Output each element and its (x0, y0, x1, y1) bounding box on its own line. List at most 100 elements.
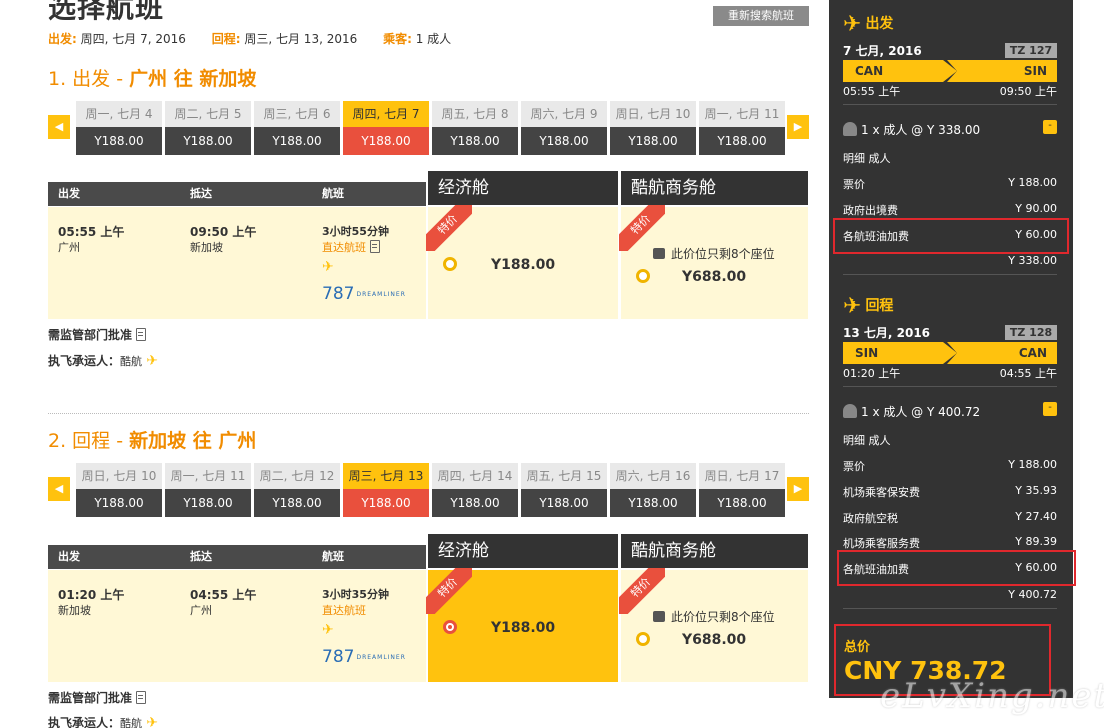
fee-label: 票价 (843, 178, 865, 191)
pax-label: 乘客: (383, 32, 412, 46)
sidebar-out-heading-label: 出发 (865, 16, 894, 32)
fee-value: Y 90.00 (1015, 202, 1057, 215)
economy-fare-radio[interactable] (443, 620, 457, 634)
economy-fare-radio[interactable] (443, 257, 457, 271)
fee-value: Y 27.40 (1015, 510, 1057, 523)
date-label: 周一, 七月 11 (165, 463, 251, 489)
depart-city: 广州 (58, 241, 80, 254)
route-to: CAN (947, 342, 1057, 364)
date-label: 周三, 七月 6 (254, 101, 340, 127)
sidebar-ret-collapse-button[interactable]: - (1043, 402, 1057, 416)
aircraft-brand: DREAMLINER (356, 291, 406, 298)
carrier-plane-icon: ✈ (146, 353, 158, 369)
inbound-date-tab[interactable]: 周二, 七月 12 Y188.00 (254, 463, 340, 517)
outbound-economy-header: 经济舱 (428, 171, 618, 205)
outbound-date-tab[interactable]: 周一, 七月 4 Y188.00 (76, 101, 162, 155)
outbound-table-header: 出发 抵达 航班 (48, 182, 426, 206)
carrier-value: 酷航 (120, 717, 143, 728)
inbound-route: 新加坡 往 广州 (129, 430, 257, 452)
business-fare-radio[interactable] (636, 269, 650, 283)
date-label: 周一, 七月 11 (699, 101, 785, 127)
inbound-economy-fare[interactable]: 特价 Y188.00 (426, 568, 618, 682)
outbound-date-tab[interactable]: 周五, 七月 8 Y188.00 (432, 101, 518, 155)
sidebar-ret-pax-line: 1 x 成人 @ Y 400.72 (861, 405, 981, 419)
inbound-carrier-note: 执飞承运人：酷航 ✈ (48, 714, 158, 728)
outbound-approval-note: 需监管部门批准 (48, 326, 147, 343)
inbound-date-tab[interactable]: 周日, 七月 17 Y188.00 (699, 463, 785, 517)
date-label: 周日, 七月 10 (610, 101, 696, 127)
date-price: Y188.00 (76, 127, 162, 155)
route-from: CAN (843, 60, 943, 82)
outbound-date-tab[interactable]: 周日, 七月 10 Y188.00 (610, 101, 696, 155)
approval-text: 需监管部门批准 (48, 691, 133, 705)
inbound-date-tab[interactable]: 周日, 七月 10 Y188.00 (76, 463, 162, 517)
col-depart: 出发 (58, 187, 80, 200)
arrive-city: 新加坡 (190, 241, 223, 254)
inbound-business-header: 酷航商务舱 (621, 534, 808, 568)
inbound-next-week-button[interactable]: ▶ (787, 477, 809, 501)
aircraft-model: 787 (322, 647, 355, 667)
sidebar-ret-date: 13 七月, 2016 (843, 326, 931, 340)
direct-flight-link[interactable]: 直达航班 (322, 602, 366, 618)
fee-value: Y 89.39 (1015, 535, 1057, 548)
date-price: Y188.00 (254, 127, 340, 155)
fee-label: 政府航空税 (843, 512, 898, 525)
pax-value: 1 成人 (415, 32, 452, 46)
route-to: SIN (947, 60, 1057, 82)
arrive-city: 广州 (190, 604, 212, 617)
outbound-date-tab[interactable]: 周六, 七月 9 Y188.00 (521, 101, 607, 155)
sidebar-divider (843, 608, 1057, 609)
sidebar-out-arr-time: 09:50 上午 (999, 85, 1057, 98)
inbound-table-header: 出发 抵达 航班 (48, 545, 426, 569)
sidebar-ret-heading: ✈ 回程 (843, 294, 893, 319)
date-price: Y188.00 (699, 127, 785, 155)
outbound-prev-week-button[interactable]: ◀ (48, 115, 70, 139)
sidebar-out-detail-title: 明细 成人 (843, 152, 891, 165)
depart-city: 新加坡 (58, 604, 91, 617)
sidebar-out-collapse-button[interactable]: - (1043, 120, 1057, 134)
direct-flight-link[interactable]: 直达航班 (322, 239, 380, 255)
dreamliner-logo: 787 DREAMLINER (322, 647, 406, 667)
inbound-prev-week-button[interactable]: ◀ (48, 477, 70, 501)
direct-flight-label: 直达航班 (322, 241, 366, 254)
date-price: Y188.00 (432, 127, 518, 155)
subtotal-value: Y 338.00 (1008, 254, 1057, 267)
outbound-business-header: 酷航商务舱 (621, 171, 808, 205)
outbound-economy-fare[interactable]: 特价 Y188.00 (426, 205, 618, 319)
sidebar-divider (843, 274, 1057, 275)
date-price: Y188.00 (254, 489, 340, 517)
route-from: SIN (843, 342, 943, 364)
flight-select-page: 选择航班 重新搜索航班 出发: 周四, 七月 7, 2016 回程: 周三, 七… (0, 0, 1104, 728)
outbound-business-fare[interactable]: 特价 此价位只剩8个座位 Y688.00 (619, 205, 808, 319)
outbound-date-tab-selected[interactable]: 周四, 七月 7 Y188.00 (343, 101, 429, 155)
outbound-route: 广州 往 新加坡 (129, 68, 257, 90)
research-flights-button[interactable]: 重新搜索航班 (713, 6, 809, 26)
outbound-date-tab[interactable]: 周一, 七月 11 Y188.00 (699, 101, 785, 155)
date-price: Y188.00 (610, 489, 696, 517)
inbound-date-tab[interactable]: 周五, 七月 15 Y188.00 (521, 463, 607, 517)
date-price: Y188.00 (76, 489, 162, 517)
inbound-business-fare[interactable]: 特价 此价位只剩8个座位 Y688.00 (619, 568, 808, 682)
outbound-next-week-button[interactable]: ▶ (787, 115, 809, 139)
date-label: 周六, 七月 9 (521, 101, 607, 127)
economy-fare-price: Y188.00 (491, 620, 556, 636)
outbound-date-tab[interactable]: 周二, 七月 5 Y188.00 (165, 101, 251, 155)
sidebar-out-date: 7 七月, 2016 (843, 44, 922, 58)
special-price-badge: 特价 (426, 568, 472, 614)
fee-label: 机场乘客保安费 (843, 486, 920, 499)
fee-row: 政府出境费 Y 90.00 (843, 202, 1057, 218)
sidebar-out-pax: 1 x 成人 @ Y 338.00 (843, 121, 980, 138)
inbound-date-tab[interactable]: 周六, 七月 16 Y188.00 (610, 463, 696, 517)
inbound-date-tab[interactable]: 周一, 七月 11 Y188.00 (165, 463, 251, 517)
business-fare-price: Y688.00 (682, 269, 747, 285)
inbound-date-tab-selected[interactable]: 周三, 七月 13 Y188.00 (343, 463, 429, 517)
inbound-date-tab[interactable]: 周四, 七月 14 Y188.00 (432, 463, 518, 517)
total-label: 总价 (844, 640, 871, 655)
outbound-date-tab[interactable]: 周三, 七月 6 Y188.00 (254, 101, 340, 155)
inbound-economy-header: 经济舱 (428, 534, 618, 568)
depart-time: 05:55 上午 (58, 225, 125, 239)
seats-left-text: 此价位只剩8个座位 (671, 610, 775, 624)
date-price: Y188.00 (699, 489, 785, 517)
document-icon (370, 240, 380, 253)
business-fare-radio[interactable] (636, 632, 650, 646)
